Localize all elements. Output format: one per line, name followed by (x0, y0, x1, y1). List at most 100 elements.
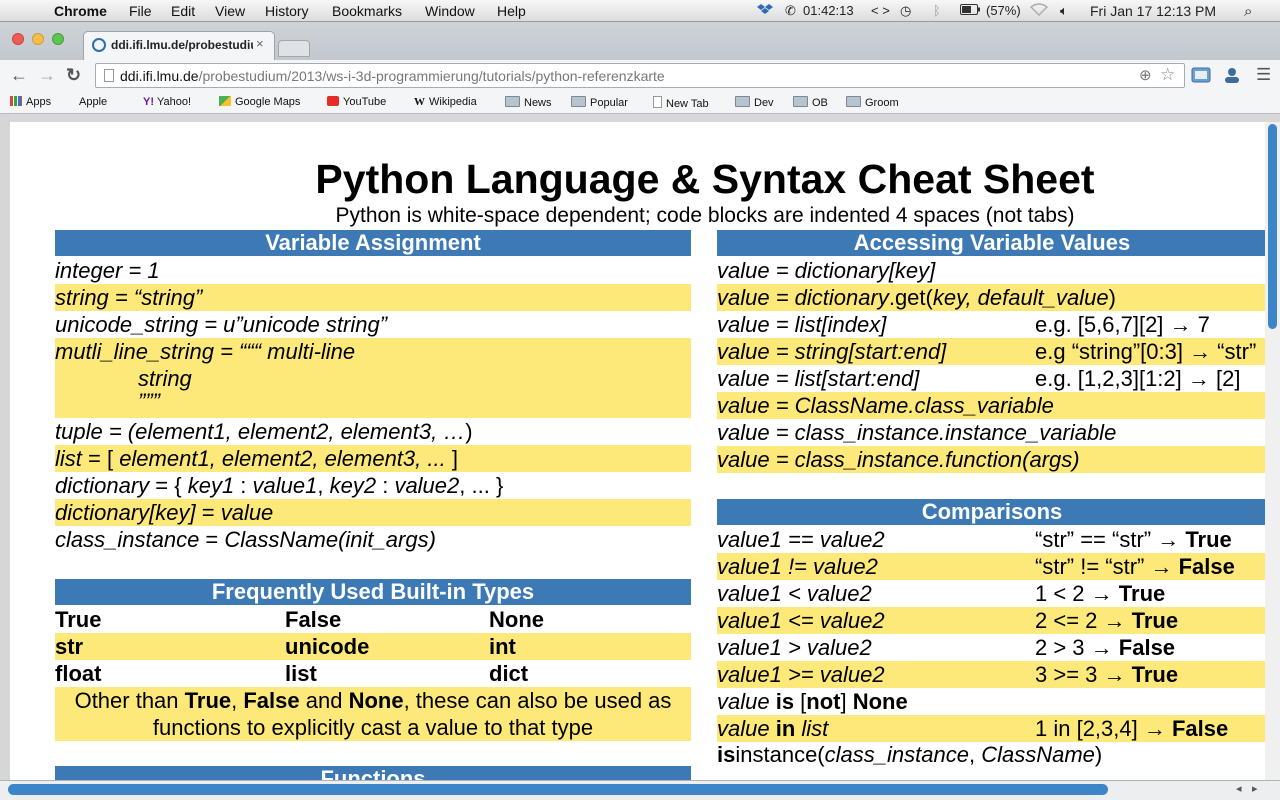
spotlight-search-icon[interactable]: ⌕ (1244, 3, 1252, 20)
back-button[interactable]: ← (10, 65, 28, 86)
menu-window[interactable]: Window (425, 3, 475, 19)
forward-button[interactable]: → (38, 65, 56, 86)
profile-icon[interactable] (1222, 66, 1242, 84)
row-tuple: tuple = (element1, element2, element3, …… (55, 418, 691, 445)
bookmark-youtube[interactable]: YouTube (327, 96, 386, 108)
menu-file[interactable]: File (129, 3, 152, 19)
menu-edit[interactable]: Edit (171, 3, 195, 19)
code-text: value = dictionary[key] (717, 258, 936, 283)
wifi-icon[interactable] (1029, 3, 1049, 19)
bookmark-folder-ob[interactable]: OB (793, 96, 828, 109)
menu-help[interactable]: Help (497, 3, 526, 19)
tab-active[interactable]: ddi.ifi.lmu.de/probestudiu × (83, 31, 275, 60)
types-row: str unicode int (55, 633, 691, 660)
tab-close-icon[interactable]: × (256, 36, 264, 51)
menu-hamburger-icon[interactable]: ☰ (1256, 65, 1271, 85)
menu-history[interactable]: History (265, 3, 309, 19)
scroll-left-arrow-icon[interactable]: ◂ (1236, 782, 1242, 795)
horizontal-scroll-thumb[interactable] (8, 784, 1108, 795)
extension-icon[interactable] (1191, 66, 1211, 84)
code-text: value1 (252, 473, 318, 498)
example-text: e.g “string”[0:3] → “str” (1035, 339, 1257, 364)
comparison-row-is-none: value is [not] None (717, 688, 1265, 715)
bookmark-folder-dev[interactable]: Dev (735, 96, 774, 109)
types-note: Other than True, False and None, these c… (55, 687, 691, 741)
code-text: ) (1108, 285, 1116, 310)
code-text: value = list[index] (717, 312, 887, 337)
bookmark-star-icon[interactable]: ☆ (1160, 65, 1175, 85)
menu-chrome[interactable]: Chrome (54, 3, 107, 19)
code-text: value1 == value2 (717, 527, 885, 552)
code-text: value in list (717, 716, 829, 741)
bookmark-wikipedia[interactable]: W Wikipedia (414, 96, 477, 108)
comparison-row: value1 != value2 “str” != “str” → False (717, 553, 1265, 580)
zoom-icon[interactable]: ⊕ (1139, 66, 1152, 84)
new-tab-button[interactable] (278, 40, 310, 57)
code-text: None (852, 689, 908, 714)
volume-icon[interactable]: 🔈︎ (1060, 3, 1068, 19)
reload-button[interactable]: ↻ (66, 65, 81, 86)
bookmark-label: YouTube (343, 96, 387, 108)
code-text: , (317, 473, 330, 498)
row-list: list = [ element1, element2, element3, .… (55, 445, 691, 472)
close-window-button[interactable] (12, 33, 24, 45)
row-dictionary: dictionary = { key1 : value1, key2 : val… (55, 472, 691, 499)
code-text: ] (445, 446, 458, 471)
bluetooth-icon[interactable]: ᛒ (933, 3, 941, 18)
battery-icon[interactable] (960, 3, 980, 18)
bookmark-label: Yahoo! (157, 96, 192, 108)
window-edge (0, 114, 10, 780)
address-bar[interactable]: ddi.ifi.lmu.de/probestudium/2013/ws-i-3d… (95, 63, 1185, 88)
example-text: 3 >= 3 → True (1035, 662, 1179, 687)
bookmark-folder-groom[interactable]: Groom (846, 96, 899, 109)
code-text: value2 (394, 473, 460, 498)
clock-text[interactable]: Fri Jan 17 12:13 PM (1090, 3, 1216, 19)
bookmark-folder-popular[interactable]: Popular (571, 96, 628, 109)
bookmark-google-maps[interactable]: Google Maps (219, 96, 300, 108)
row-access-list-index: value = list[index] e.g. [5,6,7][2] → 7 (717, 311, 1265, 338)
minimize-window-button[interactable] (32, 33, 44, 45)
example-text: 1 < 2 → True (1035, 581, 1166, 606)
folder-icon (505, 96, 520, 107)
row-class-instance: class_instance = ClassName(init_args) (55, 526, 691, 553)
code-text: is (769, 689, 801, 714)
code-text: ClassName (981, 742, 1095, 767)
folder-icon (571, 96, 586, 107)
menu-bar: Chrome File Edit View History Bookmarks … (0, 0, 1280, 22)
code-text: .get( (888, 285, 933, 310)
web-page: Python Language & Syntax Cheat Sheet Pyt… (10, 122, 1265, 780)
code-text: : (234, 473, 253, 498)
row-access-function: value = class_instance.function(args) (717, 446, 1265, 473)
bookmark-new-tab[interactable]: New Tab (653, 96, 709, 110)
folder-icon (735, 96, 750, 107)
bookmark-folder-news[interactable]: News (505, 96, 552, 109)
code-text: value = list[start:end] (717, 366, 920, 391)
vertical-scroll-thumb[interactable] (1268, 124, 1277, 329)
phone-icon[interactable]: ✆ (785, 3, 796, 19)
horizontal-scrollbar[interactable]: ◂ ▸ (0, 780, 1280, 800)
bookmark-yahoo[interactable]: Y! Yahoo! (143, 96, 191, 108)
dropbox-icon[interactable] (757, 3, 773, 20)
row-multiline-string: mutli_line_string = “““ multi-line strin… (55, 338, 691, 418)
time-machine-icon[interactable]: ◷ (900, 3, 911, 19)
scroll-right-arrow-icon[interactable]: ▸ (1252, 782, 1258, 795)
bookmark-label: Google Maps (235, 96, 301, 108)
row-access-instance-var: value = class_instance.instance_variable (717, 419, 1265, 446)
menu-view[interactable]: View (215, 3, 245, 19)
comparison-row: value1 >= value2 3 >= 3 → True (717, 661, 1265, 688)
nav-arrows-icon[interactable]: < > (871, 3, 890, 18)
zoom-window-button[interactable] (52, 33, 64, 45)
menu-bookmarks[interactable]: Bookmarks (332, 3, 402, 19)
bookmark-apps[interactable]: Apps (10, 96, 51, 108)
code-text: class_instance (55, 527, 200, 552)
bookmark-apple[interactable]: Apple (75, 96, 107, 108)
code-text: integer = 1 (55, 258, 160, 283)
folder-icon (846, 96, 861, 107)
vertical-scrollbar[interactable] (1265, 122, 1280, 780)
code-text: value1 < value2 (717, 581, 872, 606)
row-integer: integer = 1 (55, 257, 691, 284)
code-text: value = class_instance.function(args) (717, 447, 1080, 472)
url-text[interactable]: ddi.ifi.lmu.de/probestudium/2013/ws-i-3d… (120, 68, 665, 84)
code-text: = (195, 500, 221, 525)
row-string: string = “string” (55, 284, 691, 311)
